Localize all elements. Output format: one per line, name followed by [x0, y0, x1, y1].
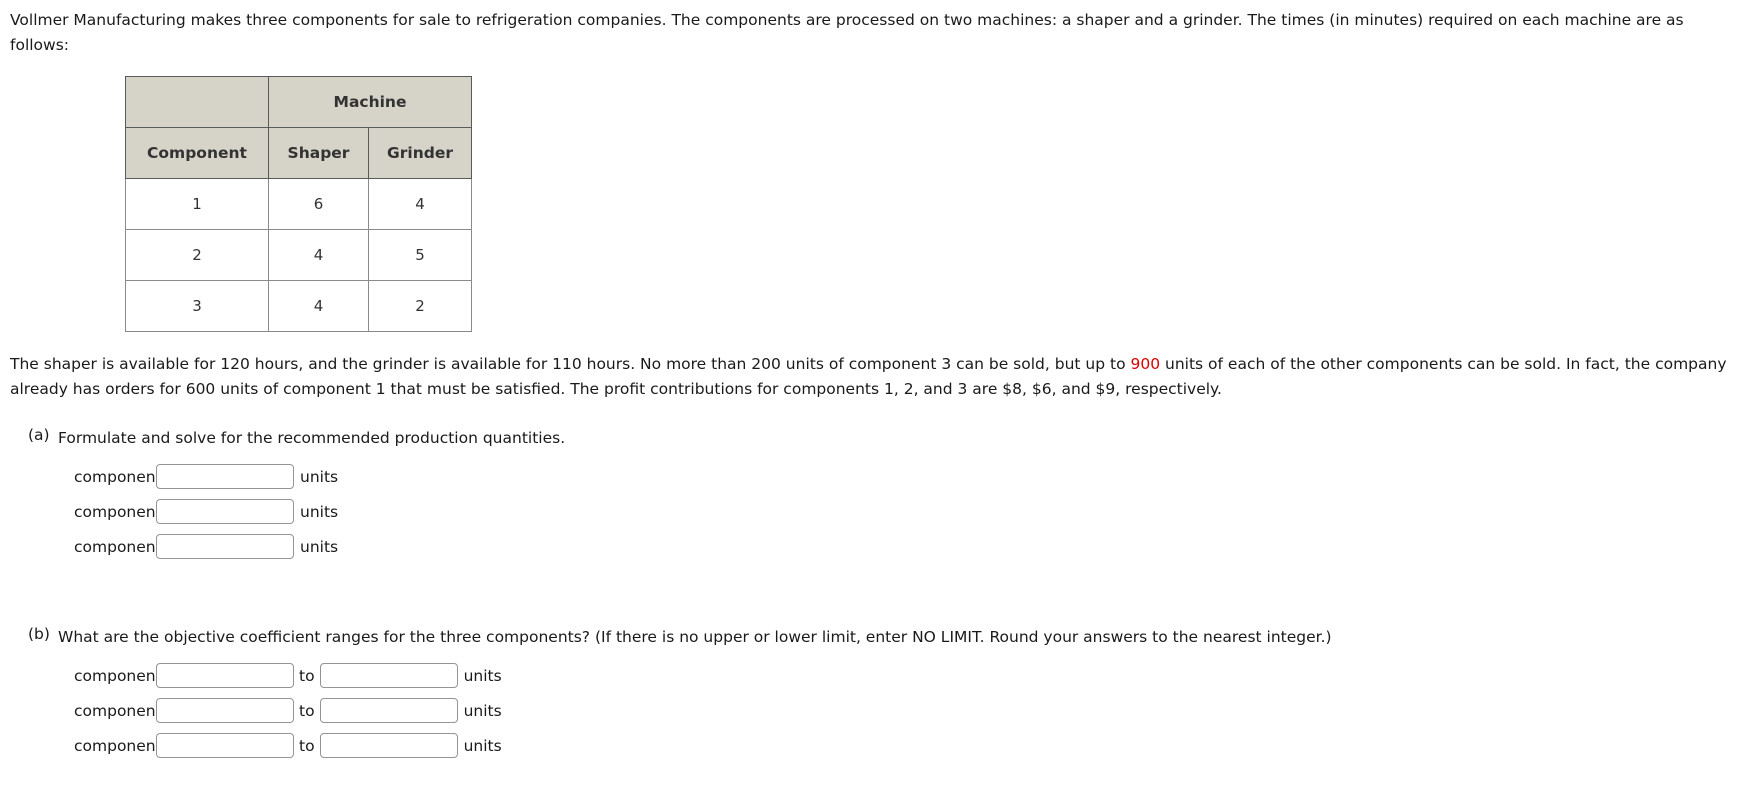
table-header-component: Component [125, 127, 269, 179]
answer-row-component-2: component 2 units [10, 497, 1730, 526]
answer-unit-component-3: units [300, 537, 339, 556]
answer-input-component-1[interactable] [156, 464, 294, 489]
cell-grinder: 2 [368, 280, 472, 332]
cell-component: 2 [125, 229, 269, 281]
answer-input-component-2[interactable] [156, 499, 294, 524]
answer-label-component-2: component 2 [74, 502, 177, 521]
range-input-to-component-1[interactable] [319, 663, 458, 688]
constraints-text-part1: The shaper is available for 120 hours, a… [10, 355, 1131, 373]
table-group-header-machine: Machine [268, 76, 472, 128]
answer-label-component-1: component 1 [74, 467, 177, 486]
range-separator-component-3: to [299, 736, 315, 755]
range-label-component-2: component 2 [74, 701, 177, 720]
cell-shaper: 6 [268, 178, 369, 230]
table-header-row-group: Machine [125, 76, 472, 128]
question-b: (b) What are the objective coefficient r… [10, 625, 1730, 760]
range-input-from-component-1[interactable] [156, 663, 294, 688]
range-unit-component-3: units [463, 736, 502, 755]
range-input-from-component-2[interactable] [156, 698, 294, 723]
problem-page: Vollmer Manufacturing makes three compon… [0, 0, 1740, 760]
cell-shaper: 4 [268, 229, 369, 281]
answer-row-component-1: component 1 units [10, 462, 1730, 491]
machine-times-table-wrapper: Machine Component Shaper Grinder 1 6 4 2… [125, 76, 1730, 332]
range-input-from-component-3[interactable] [156, 733, 294, 758]
range-row-component-2: component 2 to units [10, 696, 1730, 725]
answer-row-component-3: component 3 units [10, 532, 1730, 561]
answer-unit-component-2: units [300, 502, 339, 521]
question-b-answer-rows: component 1 to units component 2 to unit… [10, 661, 1730, 760]
question-b-label: (b) [28, 625, 50, 643]
range-unit-component-2: units [463, 701, 502, 720]
table-header-shaper: Shaper [268, 127, 369, 179]
range-separator-component-1: to [299, 666, 315, 685]
table-corner-blank [125, 76, 269, 128]
cell-grinder: 5 [368, 229, 472, 281]
range-label-component-3: component 3 [74, 736, 177, 755]
table-head: Machine Component Shaper Grinder [125, 76, 472, 179]
table-body: 1 6 4 2 4 5 3 4 2 [125, 178, 472, 332]
range-row-component-3: component 3 to units [10, 731, 1730, 760]
question-a-text: Formulate and solve for the recommended … [58, 429, 566, 447]
machine-times-table: Machine Component Shaper Grinder 1 6 4 2… [125, 76, 472, 332]
constraints-paragraph: The shaper is available for 120 hours, a… [10, 352, 1730, 402]
table-header-grinder: Grinder [368, 127, 472, 179]
cell-component: 3 [125, 280, 269, 332]
table-row: 2 4 5 [125, 229, 472, 281]
cell-shaper: 4 [268, 280, 369, 332]
question-b-text: What are the objective coefficient range… [58, 628, 1332, 646]
constraints-highlight-value: 900 [1130, 355, 1161, 373]
range-label-component-1: component 1 [74, 666, 177, 685]
question-b-header: (b) What are the objective coefficient r… [10, 625, 1730, 649]
answer-unit-component-1: units [300, 467, 339, 486]
question-a-answer-rows: component 1 units component 2 units comp… [10, 462, 1730, 561]
question-a-header: (a) Formulate and solve for the recommen… [10, 426, 1730, 450]
range-input-to-component-3[interactable] [319, 733, 458, 758]
answer-input-component-3[interactable] [156, 534, 294, 559]
cell-component: 1 [125, 178, 269, 230]
range-row-component-1: component 1 to units [10, 661, 1730, 690]
range-unit-component-1: units [463, 666, 502, 685]
range-separator-component-2: to [299, 701, 315, 720]
question-a: (a) Formulate and solve for the recommen… [10, 426, 1730, 561]
table-row: 1 6 4 [125, 178, 472, 230]
question-a-label: (a) [28, 426, 50, 444]
intro-paragraph: Vollmer Manufacturing makes three compon… [10, 11, 1684, 54]
table-row: 3 4 2 [125, 280, 472, 332]
range-input-to-component-2[interactable] [319, 698, 458, 723]
table-header-row-columns: Component Shaper Grinder [125, 127, 472, 179]
cell-grinder: 4 [368, 178, 472, 230]
answer-label-component-3: component 3 [74, 537, 177, 556]
